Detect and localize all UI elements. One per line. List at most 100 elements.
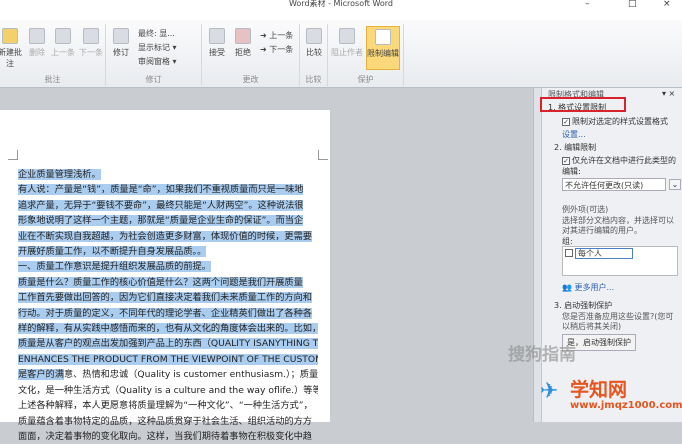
chevron-down-icon[interactable]: ⌄	[669, 179, 681, 190]
compare-icon	[306, 28, 322, 44]
document-line[interactable]: 有人说：产量是“钱”，质量是“命”，如果我们不重视质量而只是一味地	[18, 182, 318, 197]
group-checkbox[interactable]	[565, 249, 573, 257]
restrict-editing-button[interactable]: 限制编辑	[366, 26, 400, 70]
pane-close-button[interactable]: ▾ ×	[662, 89, 675, 98]
selected-text[interactable]: 有人说：产量是“钱”，质量是“命”，如果我们不重视质量而只是一味地	[18, 184, 304, 196]
selected-text[interactable]: 企业质量管理浅析。	[18, 169, 101, 180]
document-line[interactable]: 质量蕴含着事物特定的品质，这种品质贯穿于社会生活、组织活动的方方	[18, 414, 318, 429]
document-line[interactable]: 质量是从客户的观点出发加强到产品上的东西（QUALITY ISANYTHING …	[18, 336, 318, 351]
track-changes-icon	[113, 28, 129, 44]
document-line[interactable]: 一、质量工作意识是提升组织发展品质的前提。	[18, 259, 318, 274]
group-comments: 新建批注 删除 上一条 下一条 批注	[0, 24, 106, 86]
title-bar: Word素材 - Microsoft Word – □ ×	[0, 0, 682, 20]
groups-list[interactable]: 每个人	[562, 246, 678, 276]
selected-text[interactable]: 开展好质量工作，以不断提升自身发展品质。。	[18, 246, 207, 258]
document-page[interactable]: 企业质量管理浅析。有人说：产量是“钱”，质量是“命”，如果我们不重视质量而只是一…	[0, 110, 330, 442]
selected-text[interactable]: 追求产量，无异于“要钱不要命”，最终只能是“人财两空”。这种说法很	[18, 199, 304, 211]
selected-text[interactable]: 样的解释，有从实践中感悟而来的，也有从文化的角度体会出来的。比如，	[18, 323, 318, 335]
text[interactable]: 意、热情和忠诚（Quality is customer enthusiasm.）…	[64, 369, 318, 380]
selected-text[interactable]: 质量是从客户的观点出发加强到产品上的东西（QUALITY ISANYTHING …	[18, 338, 318, 350]
selected-text[interactable]: 一、质量工作意识是提升组织发展品质的前提。	[18, 261, 211, 273]
next-icon	[83, 28, 99, 44]
text[interactable]: 上述各种解释，本人更愿意将质量理解为“一种文化”、“一种生活方式”，	[18, 400, 313, 411]
window-title: Word素材 - Microsoft Word	[288, 0, 394, 8]
previous-change-button[interactable]: ➜ 上一条	[260, 30, 293, 41]
maximize-button[interactable]: □	[628, 0, 637, 9]
restrict-editing-icon	[375, 29, 391, 45]
show-markup-button[interactable]: 显示标记 ▾	[138, 42, 177, 53]
document-line[interactable]: 上述各种解释，本人更愿意将质量理解为“一种文化”、“一种生活方式”，	[18, 398, 318, 413]
restrict-editing-pane: 限制格式和编辑 ▾ × 1. 格式设置限制 ✓ 限制对选定的样式设置格式 设置..…	[533, 88, 682, 422]
group-tracking: 修订 最终: 显... 显示标记 ▾ 审阅窗格 ▾ 修订	[106, 24, 202, 86]
selected-text[interactable]: 业在不断实现自我超越，为社会创造更多财富，体现价值的时候，更需要	[18, 230, 312, 242]
document-line[interactable]: 文化，是一种生活方式（Quality is a culture and the …	[18, 383, 318, 398]
group-changes: 接受 拒绝 ➜ 上一条 ➜ 下一条 更改	[202, 24, 300, 86]
selected-text[interactable]: 工作首先要做出回答的，因为它们直接决定着我们未来质量工作的方向和	[18, 292, 312, 304]
document-line[interactable]: 面面，决定着事物的变化取向。这样，当我们期待着事物在积极变化中趋	[18, 429, 318, 444]
editing-type-select[interactable]: 不允许任何更改(只读) ⌄	[562, 178, 681, 191]
highlight-annotation	[540, 97, 626, 112]
site-watermark: ✈ 学知网 www.jmqz1000.com	[540, 379, 682, 411]
selected-text[interactable]: 形象地说明了这样一个主题，那就是“质量是企业生命的保证”。而当企	[18, 215, 304, 227]
next-change-button[interactable]: ➜ 下一条	[260, 44, 293, 55]
document-line[interactable]: 是客户的满意、热情和忠诚（Quality is customer enthusi…	[18, 367, 318, 382]
sogou-watermark: 搜狗指南	[508, 345, 576, 365]
exceptions-title: 例外项(可选)	[562, 205, 609, 214]
section-enforce-title: 3. 启动强制保护	[554, 301, 613, 310]
formatting-restriction-checkbox[interactable]: ✓ 限制对选定的样式设置格式	[562, 116, 668, 127]
display-for-review-select[interactable]: 最终: 显...	[138, 28, 175, 39]
margin-corner	[8, 150, 18, 160]
enforce-description: 您是否准备应用这些设置?(您可以稍后将其关闭)	[562, 312, 674, 331]
delete-icon	[29, 28, 45, 44]
reject-button[interactable]: 拒绝	[232, 28, 254, 58]
document-line[interactable]: ENHANCES THE PRODUCT FROM THE VIEWPOINT …	[18, 352, 318, 367]
group-protect: 阻止作者 限制编辑 保护	[328, 24, 404, 86]
text[interactable]: 文化，是一种生活方式（Quality is a culture and the …	[18, 385, 318, 396]
document-line[interactable]: 形象地说明了这样一个主题，那就是“质量是企业生命的保证”。而当企	[18, 213, 318, 228]
selected-text[interactable]: 行动。对于质量的定义，不同年代的理论学者、企业精英们做出了各种各	[18, 307, 312, 319]
group-label: 更改	[242, 75, 259, 84]
block-authors-button[interactable]: 阻止作者	[330, 28, 364, 58]
selected-text[interactable]: ENHANCES THE PRODUCT FROM THE VIEWPOINT …	[18, 353, 318, 365]
reviewing-pane-button[interactable]: 审阅窗格 ▾	[138, 56, 177, 67]
document-line[interactable]: 质量是什么？质量工作的核心价值是什么？这两个问题是我们开展质量	[18, 275, 318, 290]
next-comment-button[interactable]: 下一条	[78, 28, 104, 58]
group-compare: 比较 比较	[300, 24, 328, 86]
users-icon: 👥	[562, 283, 572, 292]
new-comment-button[interactable]: 新建批注	[0, 28, 24, 69]
document-line[interactable]: 开展好质量工作，以不断提升自身发展品质。。	[18, 244, 318, 259]
group-item-everyone[interactable]: 每个人	[575, 247, 633, 259]
editing-restriction-checkbox[interactable]: ✓ 仅允许在文档中进行此类型的编辑:	[562, 155, 682, 177]
document-line[interactable]: 追求产量，无异于“要钱不要命”，最终只能是“人财两空”。这种说法很	[18, 198, 318, 213]
settings-link[interactable]: 设置...	[562, 129, 586, 140]
pane-scroll-strip[interactable]	[534, 88, 542, 422]
checkbox-checked-icon: ✓	[562, 117, 570, 126]
group-label: 修订	[145, 75, 162, 84]
compare-button[interactable]: 比较	[303, 28, 325, 58]
minimize-button[interactable]: –	[585, 0, 590, 9]
document-line[interactable]: 工作首先要做出回答的，因为它们直接决定着我们未来质量工作的方向和	[18, 290, 318, 305]
checkbox-checked-icon: ✓	[562, 156, 570, 165]
selected-text[interactable]: 质量是什么？质量工作的核心价值是什么？这两个问题是我们开展质量	[18, 276, 303, 288]
delete-comment-button[interactable]: 删除	[26, 28, 48, 58]
group-label: 保护	[357, 75, 374, 84]
text[interactable]: 面面，决定着事物的变化取向。这样，当我们期待着事物在积极变化中趋	[18, 431, 312, 442]
section-editing-title: 2. 编辑限制	[554, 143, 597, 152]
prev-comment-button[interactable]: 上一条	[50, 28, 76, 58]
prev-icon	[55, 28, 71, 44]
more-users-link[interactable]: 👥 更多用户...	[562, 282, 614, 293]
margin-corner	[318, 150, 328, 160]
track-changes-button[interactable]: 修订	[110, 28, 132, 58]
document-line[interactable]: 样的解释，有从实践中感悟而来的，也有从文化的角度体会出来的。比如，	[18, 321, 318, 336]
close-button[interactable]: ×	[663, 0, 671, 9]
selected-text[interactable]: 是客户的满	[18, 369, 64, 381]
document-line[interactable]: 企业质量管理浅析。	[18, 167, 318, 182]
text[interactable]: 质量蕴含着事物特定的品质，这种品质贯穿于社会生活、组织活动的方方	[18, 416, 312, 427]
group-label: 批注	[44, 75, 61, 84]
document-line[interactable]: 业在不断实现自我超越，为社会创造更多财富，体现价值的时候，更需要	[18, 229, 318, 244]
comment-icon	[2, 28, 18, 44]
document-line[interactable]: 行动。对于质量的定义，不同年代的理论学者、企业精英们做出了各种各	[18, 306, 318, 321]
accept-button[interactable]: 接受	[206, 28, 228, 58]
document-body[interactable]: 企业质量管理浅析。有人说：产量是“钱”，质量是“命”，如果我们不重视质量而只是一…	[18, 167, 318, 444]
reject-icon	[235, 28, 251, 44]
